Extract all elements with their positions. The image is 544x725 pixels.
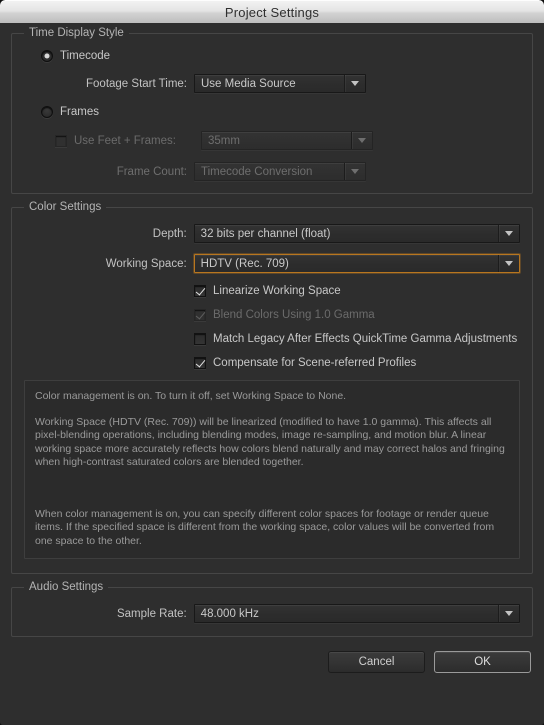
radio-frames-label: Frames xyxy=(60,106,99,118)
row-timecode-radio: Timecode xyxy=(24,50,520,62)
dropdown-depth-value: 32 bits per channel (float) xyxy=(200,227,331,240)
radio-timecode-indicator[interactable] xyxy=(41,50,53,62)
checkbox-compensate-scene-referred-box[interactable] xyxy=(194,357,206,369)
dropdown-frame-count-value: Timecode Conversion xyxy=(201,165,313,178)
checkbox-blend-colors-gamma-box xyxy=(194,309,206,321)
description-working-space-linearized: Working Space (HDTV (Rec. 709)) will be … xyxy=(35,415,505,469)
checkbox-linearize-working-space-box[interactable] xyxy=(194,285,206,297)
label-footage-start-time: Footage Start Time: xyxy=(86,77,187,90)
checkbox-compensate-scene-referred-label: Compensate for Scene-referred Profiles xyxy=(213,357,417,369)
checkbox-use-feet-frames-box[interactable] xyxy=(55,134,67,147)
row-sample-rate: Sample Rate: 48.000 kHz xyxy=(24,604,520,623)
description-color-space-conversion: When color management is on, you can spe… xyxy=(35,507,495,547)
row-checkbox-match-legacy: Match Legacy After Effects QuickTime Gam… xyxy=(24,333,520,345)
checkbox-compensate-scene-referred[interactable]: Compensate for Scene-referred Profiles xyxy=(194,357,416,369)
label-depth: Depth: xyxy=(152,227,187,240)
checkbox-match-legacy-quicktime-gamma-box[interactable] xyxy=(194,333,206,345)
chevron-down-icon[interactable] xyxy=(498,225,519,242)
project-settings-dialog: Project Settings Time Display Style Time… xyxy=(0,0,544,725)
row-frames-radio: Frames xyxy=(24,106,520,118)
group-time-display-style: Time Display Style Timecode Footage Star… xyxy=(11,27,533,194)
checkbox-blend-colors-gamma: Blend Colors Using 1.0 Gamma xyxy=(194,309,375,321)
dropdown-feet-frames-format[interactable]: 35mm xyxy=(201,131,373,150)
label-sample-rate: Sample Rate: xyxy=(116,607,187,620)
dropdown-working-space[interactable]: HDTV (Rec. 709) xyxy=(193,254,520,273)
checkbox-use-feet-frames[interactable]: Use Feet + Frames: xyxy=(55,134,194,147)
row-frame-count: Frame Count: Timecode Conversion xyxy=(24,162,520,181)
chevron-down-icon[interactable] xyxy=(351,132,372,149)
dropdown-footage-start-time[interactable]: Use Media Source xyxy=(194,74,366,93)
checkbox-linearize-working-space-label: Linearize Working Space xyxy=(213,285,341,297)
checkbox-linearize-working-space[interactable]: Linearize Working Space xyxy=(194,285,341,297)
row-footage-start-time: Footage Start Time: Use Media Source xyxy=(24,74,520,93)
dropdown-working-space-value: HDTV (Rec. 709) xyxy=(200,257,289,270)
dropdown-sample-rate[interactable]: 48.000 kHz xyxy=(193,604,520,623)
chevron-down-icon[interactable] xyxy=(498,255,519,272)
dialog-body: Time Display Style Timecode Footage Star… xyxy=(0,23,544,725)
row-use-feet-frames: Use Feet + Frames: 35mm xyxy=(24,131,520,150)
group-title-time-display-style: Time Display Style xyxy=(24,27,129,39)
group-audio-settings: Audio Settings Sample Rate: 48.000 kHz xyxy=(11,581,533,637)
checkbox-use-feet-frames-label: Use Feet + Frames: xyxy=(74,134,176,147)
dialog-footer-buttons: Cancel OK xyxy=(11,651,533,673)
chevron-down-icon[interactable] xyxy=(498,605,519,622)
chevron-down-icon[interactable] xyxy=(344,163,365,180)
checkbox-blend-colors-gamma-label: Blend Colors Using 1.0 Gamma xyxy=(213,309,375,321)
dialog-title: Project Settings xyxy=(224,4,320,20)
row-checkbox-compensate: Compensate for Scene-referred Profiles xyxy=(24,357,520,369)
radio-timecode[interactable]: Timecode xyxy=(41,50,110,62)
checkbox-match-legacy-quicktime-gamma[interactable]: Match Legacy After Effects QuickTime Gam… xyxy=(194,333,517,345)
description-color-management-status: Color management is on. To turn it off, … xyxy=(35,390,347,402)
color-management-description-panel: Color management is on. To turn it off, … xyxy=(24,380,520,559)
row-depth: Depth: 32 bits per channel (float) xyxy=(24,224,520,243)
radio-frames[interactable]: Frames xyxy=(41,106,99,118)
group-title-color-settings: Color Settings xyxy=(24,201,107,213)
ok-button[interactable]: OK xyxy=(434,651,531,673)
dialog-titlebar[interactable]: Project Settings xyxy=(0,0,544,24)
group-title-audio-settings: Audio Settings xyxy=(24,581,109,593)
row-working-space: Working Space: HDTV (Rec. 709) xyxy=(24,254,520,273)
row-checkbox-blend-colors: Blend Colors Using 1.0 Gamma xyxy=(24,309,520,321)
dropdown-footage-start-time-value: Use Media Source xyxy=(201,77,296,90)
row-checkbox-linearize: Linearize Working Space xyxy=(24,285,520,297)
cancel-button[interactable]: Cancel xyxy=(328,651,425,673)
radio-frames-indicator[interactable] xyxy=(41,106,53,118)
dropdown-depth[interactable]: 32 bits per channel (float) xyxy=(193,224,520,243)
label-working-space: Working Space: xyxy=(105,257,187,270)
chevron-down-icon[interactable] xyxy=(344,75,365,92)
label-frame-count: Frame Count: xyxy=(116,165,187,178)
dropdown-frame-count[interactable]: Timecode Conversion xyxy=(194,162,366,181)
group-color-settings: Color Settings Depth: 32 bits per channe… xyxy=(11,201,533,574)
dropdown-feet-frames-format-value: 35mm xyxy=(208,134,240,147)
checkbox-match-legacy-quicktime-gamma-label: Match Legacy After Effects QuickTime Gam… xyxy=(213,333,518,345)
dropdown-sample-rate-value: 48.000 kHz xyxy=(200,607,259,620)
radio-timecode-label: Timecode xyxy=(60,50,111,62)
